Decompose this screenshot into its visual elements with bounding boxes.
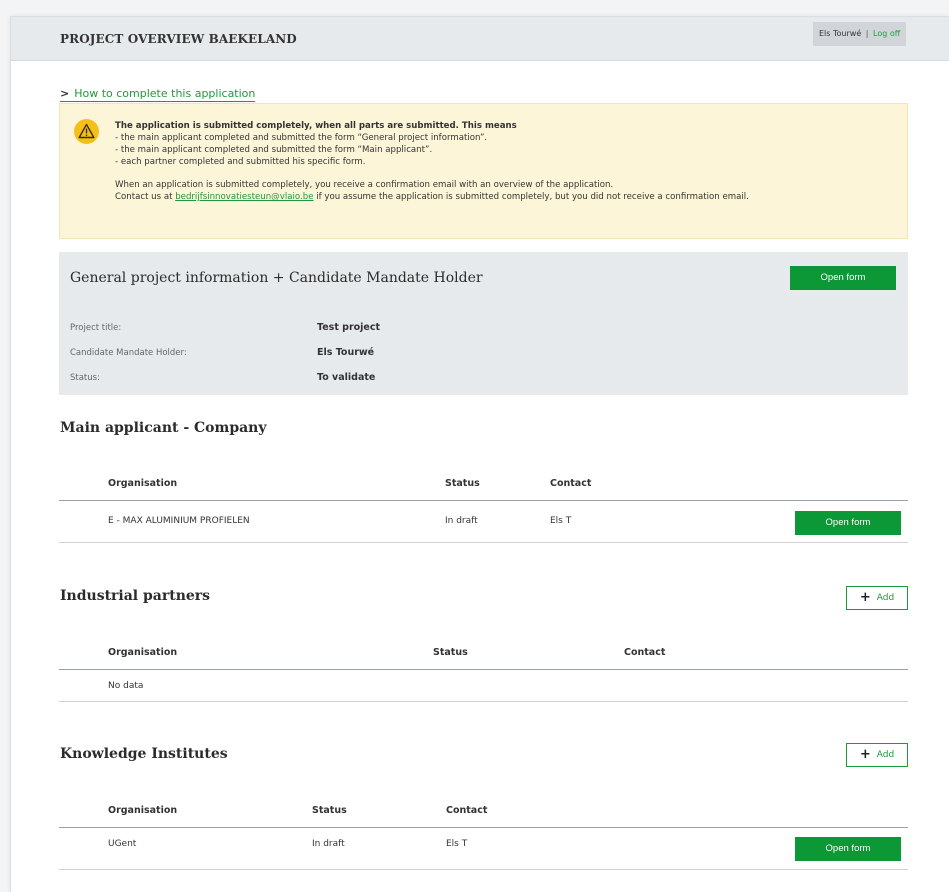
- status-label: Status:: [70, 373, 100, 383]
- row-organisation: UGent: [108, 839, 137, 849]
- warning-box: The application is submitted completely,…: [59, 103, 908, 239]
- row-contact: Els T: [446, 839, 468, 849]
- warning-heading: The application is submitted completely,…: [115, 121, 517, 131]
- user-name: Els Tourwé: [819, 29, 862, 38]
- logoff-link[interactable]: Log off: [873, 29, 900, 38]
- row-organisation: E - MAX ALUMINIUM PROFIELEN: [108, 516, 250, 526]
- how-to-label: How to complete this application: [74, 87, 256, 100]
- general-open-form-button[interactable]: Open form: [790, 266, 896, 290]
- knowledge-col-organisation: Organisation: [108, 805, 178, 816]
- project-title-value: Test project: [317, 322, 381, 333]
- table-divider: [59, 869, 908, 870]
- top-bar: PROJECT OVERVIEW BAEKELAND Els Tourwé | …: [11, 17, 949, 61]
- row-status: In draft: [312, 839, 345, 849]
- industrial-col-organisation: Organisation: [108, 647, 178, 658]
- table-header-divider: [59, 827, 908, 828]
- mandate-holder-value: Els Tourwé: [317, 347, 375, 358]
- contact-text: Contact us at bedrijfsinnovatiesteun@vla…: [115, 192, 749, 202]
- warning-line: - each partner completed and submitted h…: [115, 157, 366, 167]
- user-box: Els Tourwé | Log off: [813, 22, 906, 46]
- warning-line: - the main applicant completed and submi…: [115, 145, 433, 155]
- how-to-complete-link[interactable]: > How to complete this application: [60, 87, 256, 102]
- add-industrial-partner-button[interactable]: + Add: [846, 586, 908, 610]
- knowledge-col-status: Status: [312, 805, 347, 816]
- main-col-organisation: Organisation: [108, 478, 178, 489]
- project-title-label: Project title:: [70, 323, 122, 333]
- add-knowledge-institute-button[interactable]: + Add: [846, 743, 908, 767]
- page-frame: PROJECT OVERVIEW BAEKELAND Els Tourwé | …: [10, 16, 949, 892]
- main-col-contact: Contact: [550, 478, 592, 489]
- confirm-text: When an application is submitted complet…: [115, 180, 614, 190]
- plus-icon: +: [859, 747, 871, 762]
- industrial-col-status: Status: [433, 647, 468, 658]
- table-divider: [59, 542, 908, 543]
- main-col-status: Status: [445, 478, 480, 489]
- warning-triangle-icon: [74, 119, 99, 144]
- mandate-holder-label: Candidate Mandate Holder:: [70, 348, 187, 358]
- knowledge-institutes-title: Knowledge Institutes: [60, 746, 228, 762]
- general-info-panel: General project information + Candidate …: [59, 252, 908, 395]
- industrial-col-contact: Contact: [624, 647, 666, 658]
- table-header-divider: [59, 500, 908, 501]
- table-header-divider: [59, 669, 908, 670]
- main-open-form-button[interactable]: Open form: [795, 511, 901, 535]
- chevron-right-icon: >: [60, 87, 70, 100]
- table-divider: [59, 701, 908, 702]
- plus-icon: +: [859, 590, 871, 605]
- row-status: In draft: [445, 516, 478, 526]
- user-separator: |: [865, 29, 869, 38]
- empty-row-text: No data: [108, 681, 144, 691]
- page-title: PROJECT OVERVIEW BAEKELAND: [60, 32, 297, 46]
- row-contact: Els T: [550, 516, 572, 526]
- knowledge-open-form-button[interactable]: Open form: [795, 837, 901, 861]
- warning-line: - the main applicant completed and submi…: [115, 133, 488, 143]
- main-applicant-title: Main applicant - Company: [60, 420, 267, 436]
- general-info-title: General project information + Candidate …: [70, 270, 483, 286]
- industrial-partners-title: Industrial partners: [60, 588, 211, 604]
- status-value: To validate: [317, 372, 376, 383]
- warning-text: The application is submitted completely,…: [115, 120, 895, 203]
- contact-email-link[interactable]: bedrijfsinnovatiesteun@vlaio.be: [175, 192, 313, 202]
- knowledge-col-contact: Contact: [446, 805, 488, 816]
